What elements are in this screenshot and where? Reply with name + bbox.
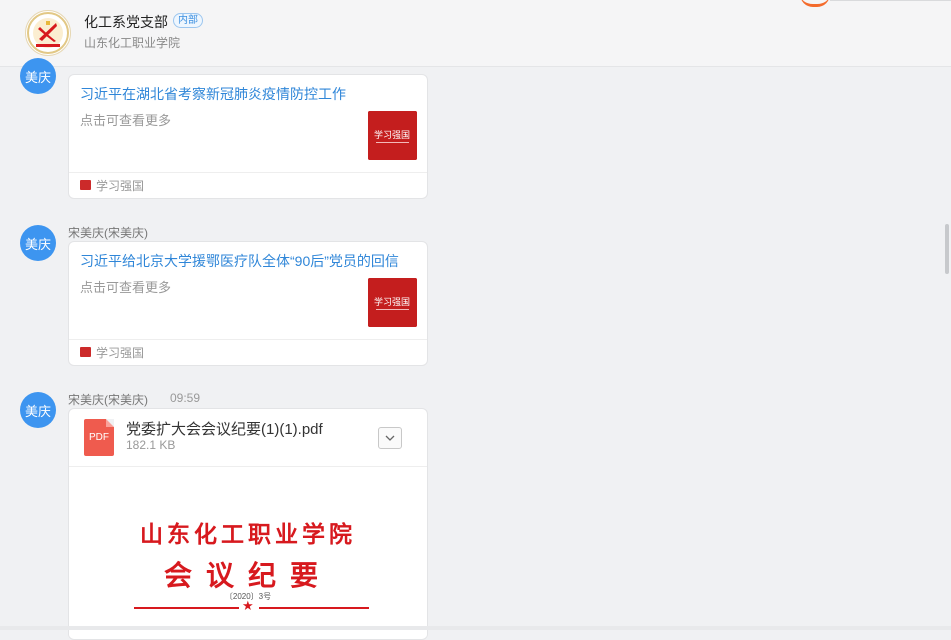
avatar[interactable]: 美庆 (20, 392, 56, 428)
file-name[interactable]: 党委扩大会会议纪要(1)(1).pdf (126, 418, 323, 439)
message-time: 09:59 (170, 391, 201, 405)
preview-org-name: 山东化工职业学院 (140, 521, 356, 548)
article-title[interactable]: 习近平给北京大学援鄂医疗队全体“90后”党员的回信 (80, 251, 399, 271)
article-thumbnail: 学习强国 (368, 278, 417, 327)
preview-red-rule (259, 607, 369, 609)
top-divider (830, 0, 951, 1)
group-title: 化工系党支部 (84, 14, 168, 30)
group-logo[interactable] (25, 10, 71, 56)
preview-doc-type: 会议纪要 (163, 559, 332, 592)
scrollbar-thumb[interactable] (945, 224, 949, 274)
xuexi-logo-icon: 学习强国 (368, 111, 417, 160)
sender-name: 宋美庆(宋美庆) (68, 226, 148, 240)
sender-name: 宋美庆(宋美庆) (68, 393, 148, 407)
chevron-down-icon (385, 435, 395, 441)
file-preview[interactable]: 山东化工职业学院 会议纪要 〔2020〕3号 ★ (69, 466, 427, 637)
internal-badge: 内部 (173, 13, 203, 28)
article-description: 点击可查看更多 (80, 113, 172, 128)
article-card[interactable]: 习近平在湖北省考察新冠肺炎疫情防控工作 点击可查看更多 学习强国 学习强国 (68, 74, 428, 199)
file-type-label: PDF (89, 432, 109, 443)
xuexi-logo-icon: 学习强国 (368, 278, 417, 327)
svg-text:学习强国: 学习强国 (374, 129, 410, 141)
star-icon: ★ (242, 598, 254, 613)
file-size: 182.1 KB (126, 438, 176, 452)
article-description: 点击可查看更多 (80, 280, 172, 295)
avatar[interactable]: 美庆 (20, 58, 56, 94)
file-menu-button[interactable] (378, 427, 402, 449)
article-title[interactable]: 习近平在湖北省考察新冠肺炎疫情防控工作 (80, 84, 346, 104)
card-footer: 学习强国 (69, 339, 427, 365)
orange-decoration (800, 0, 830, 7)
avatar-text: 美庆 (24, 69, 51, 85)
article-thumbnail: 学习强国 (368, 111, 417, 160)
pdf-file-icon: PDF (84, 419, 114, 456)
article-card[interactable]: 习近平给北京大学援鄂医疗队全体“90后”党员的回信 点击可查看更多 学习强国 学… (68, 241, 428, 366)
bottom-divider (0, 626, 951, 630)
source-label: 学习强国 (96, 346, 145, 360)
svg-text:学习强国: 学习强国 (374, 296, 410, 308)
avatar-text: 美庆 (24, 403, 51, 419)
xuexi-qiangguo-icon (80, 180, 91, 190)
preview-red-rule (134, 607, 239, 609)
avatar[interactable]: 美庆 (20, 225, 56, 261)
chat-header: 化工系党支部 内部 山东化工职业学院 (0, 0, 951, 67)
source-label: 学习强国 (96, 179, 145, 193)
card-footer: 学习强国 (69, 172, 427, 198)
file-card[interactable]: PDF 党委扩大会会议纪要(1)(1).pdf 182.1 KB 山东化工职业学… (68, 408, 428, 640)
avatar-text: 美庆 (24, 236, 51, 252)
group-subtitle: 山东化工职业学院 (84, 36, 181, 50)
party-emblem-icon (27, 12, 69, 54)
xuexi-qiangguo-icon (80, 347, 91, 357)
